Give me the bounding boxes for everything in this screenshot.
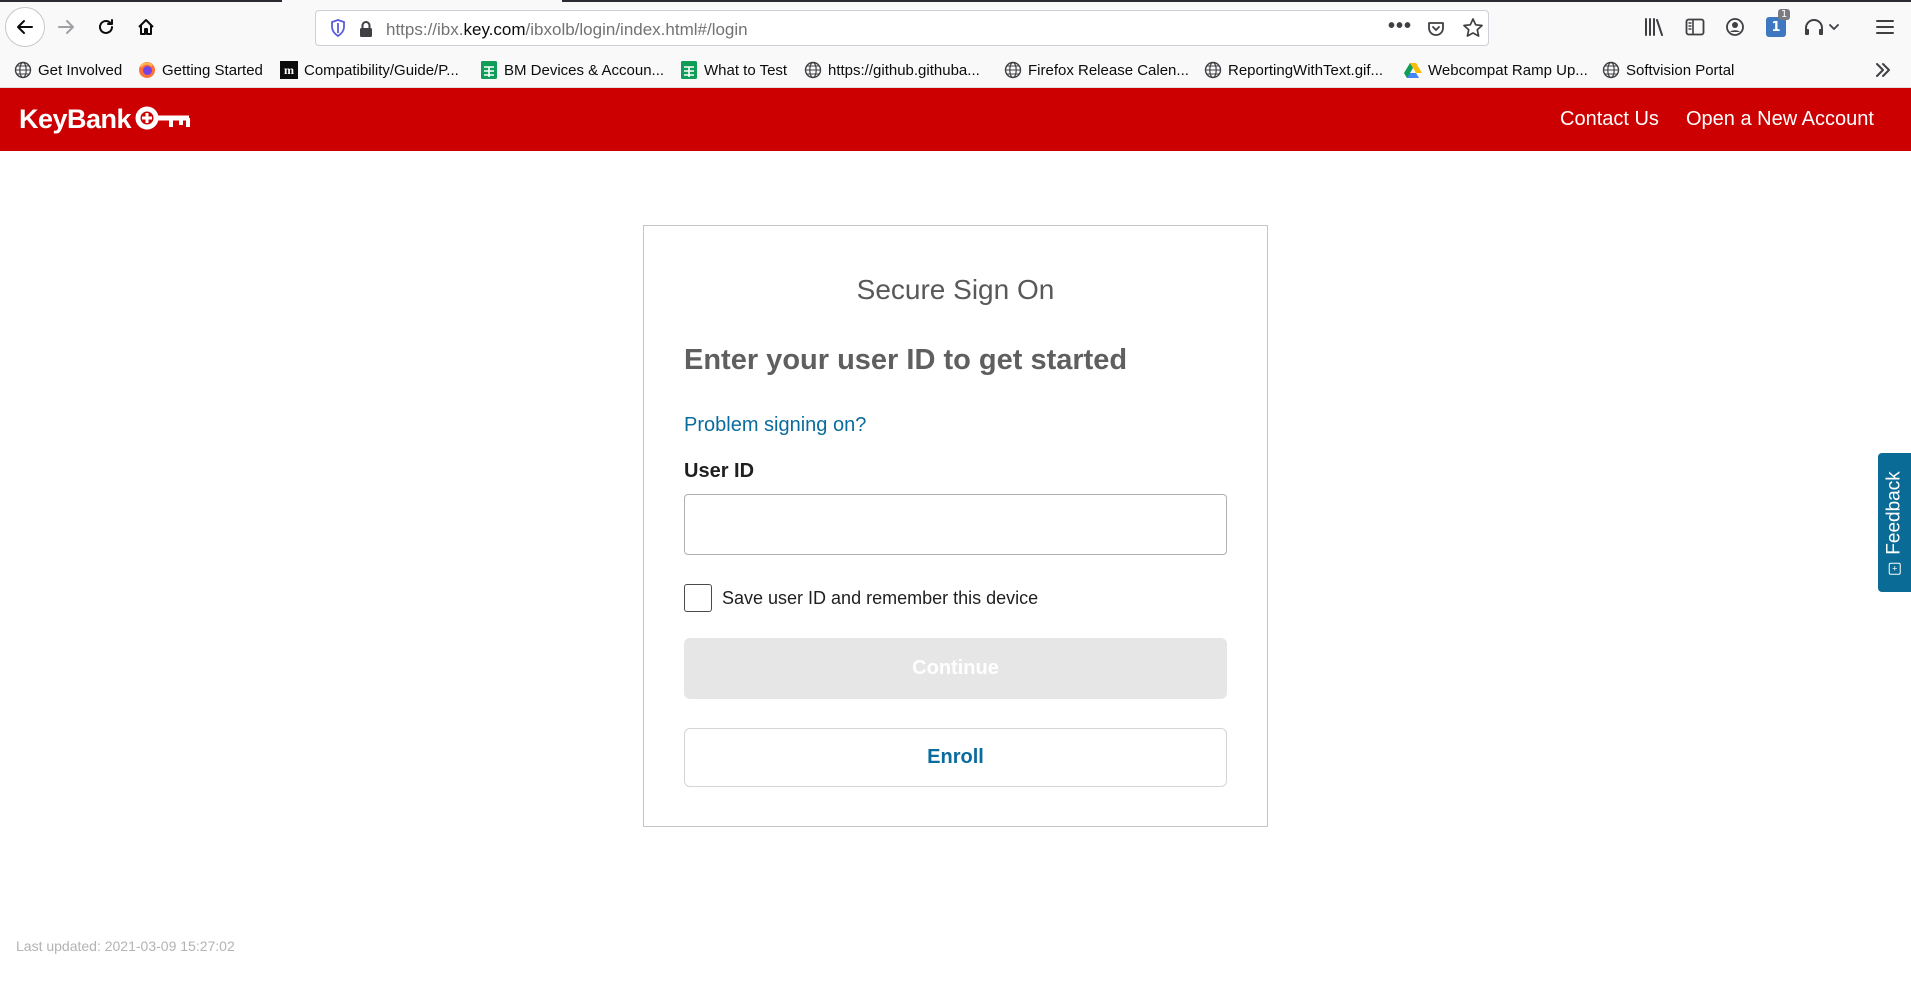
bookmark-item[interactable]: m Compatibility/Guide/P... (280, 60, 459, 80)
continue-button[interactable]: Continue (684, 638, 1227, 699)
firefox-icon (138, 61, 156, 79)
globe-icon (1602, 61, 1620, 79)
svg-text:m: m (284, 63, 294, 77)
back-button[interactable] (5, 7, 45, 47)
lock-icon[interactable] (358, 20, 374, 38)
bookmark-label: BM Devices & Accoun... (504, 61, 665, 79)
home-button[interactable] (126, 7, 166, 47)
bookmark-label: Softvision Portal (1626, 61, 1735, 79)
card-title: Secure Sign On (856, 274, 1055, 305)
bookmark-label: What to Test (704, 61, 788, 79)
bookmark-label: Getting Started (162, 61, 263, 79)
library-icon[interactable] (1642, 15, 1666, 39)
bookmark-label: Compatibility/Guide/P... (304, 61, 459, 79)
bookmark-item[interactable]: BM Devices & Accoun... (480, 60, 664, 80)
home-icon (138, 19, 154, 35)
bookmarks-toolbar: Get Involved Getting Started m Compatibi… (0, 52, 1911, 88)
browser-toolbar: https://ibx.key.com/ibxolb/login/index.h… (0, 2, 1911, 52)
feedback-icon: + (1888, 562, 1901, 575)
globe-icon (1204, 61, 1222, 79)
problem-signing-on-link[interactable]: Problem signing on? (684, 414, 866, 437)
headset-dropdown-icon[interactable] (1803, 15, 1839, 39)
url-prefix: https://ibx. (386, 20, 464, 39)
reload-button[interactable] (86, 7, 126, 47)
url-bar[interactable]: https://ibx.key.com/ibxolb/login/index.h… (315, 10, 1489, 46)
bookmark-item[interactable]: Firefox Release Calen... (1004, 60, 1189, 80)
bookmark-item[interactable]: Getting Started (138, 60, 263, 80)
remember-device-checkbox[interactable] (684, 584, 712, 612)
account-icon[interactable] (1723, 15, 1747, 39)
card-heading: Enter your user ID to get started (684, 344, 1128, 376)
globe-icon (804, 61, 822, 79)
pocket-icon[interactable] (1426, 19, 1446, 39)
open-new-account-link[interactable]: Open a New Account (1686, 108, 1874, 131)
user-id-label: User ID (684, 460, 755, 482)
bookmark-item[interactable]: ReportingWithText.gif... (1204, 60, 1383, 80)
feedback-tab[interactable]: + Feedback (1878, 453, 1911, 592)
bookmark-item[interactable]: Webcompat Ramp Up... (1404, 60, 1588, 80)
bookmark-label: Get Involved (38, 61, 123, 79)
feedback-label: Feedback (1883, 470, 1905, 555)
url-text[interactable]: https://ibx.key.com/ibxolb/login/index.h… (386, 20, 748, 40)
remember-device-label[interactable]: Save user ID and remember this device (722, 588, 1038, 609)
sheets-icon (480, 61, 498, 79)
forward-arrow-icon (58, 20, 74, 34)
extension-button[interactable]: 1 1 (1764, 9, 1791, 39)
hamburger-menu-icon[interactable] (1873, 15, 1897, 39)
drive-icon (1404, 61, 1422, 79)
page-actions-icon[interactable]: ••• (1388, 15, 1412, 38)
key-icon (135, 106, 191, 130)
bookmark-item[interactable]: Softvision Portal (1602, 60, 1734, 80)
forward-button[interactable] (46, 7, 86, 47)
bookmark-item[interactable]: https://github.githuba... (804, 60, 980, 80)
last-updated-text: Last updated: 2021-03-09 15:27:02 (16, 938, 235, 954)
bookmark-label: Webcompat Ramp Up... (1428, 61, 1588, 79)
globe-icon (1004, 61, 1022, 79)
globe-icon (14, 61, 32, 79)
sidebar-icon[interactable] (1683, 15, 1707, 39)
tracking-protection-shield-icon[interactable] (330, 19, 346, 37)
bookmark-label: ReportingWithText.gif... (1228, 61, 1384, 79)
extension-badge: 1 (1778, 9, 1791, 20)
enroll-button[interactable]: Enroll (684, 728, 1227, 787)
contact-us-link[interactable]: Contact Us (1560, 108, 1659, 131)
extension-icon: 1 (1766, 17, 1786, 37)
user-id-input[interactable] (684, 494, 1227, 555)
bookmark-label: https://github.githuba... (828, 61, 980, 79)
url-domain: key.com (463, 20, 526, 39)
keybank-logo[interactable]: KeyBank (19, 102, 193, 136)
bookmark-item[interactable]: What to Test (680, 60, 787, 80)
m-logo-icon: m (280, 61, 298, 79)
sign-on-card: Secure Sign On Enter your user ID to get… (643, 225, 1268, 827)
reload-icon (99, 19, 113, 34)
bookmark-item[interactable]: Get Involved (14, 60, 122, 80)
back-arrow-icon (17, 20, 33, 34)
bookmark-star-icon[interactable] (1462, 17, 1484, 39)
url-path: /ibxolb/login/index.html#/login (525, 20, 748, 39)
sheets-icon (680, 61, 698, 79)
bookmarks-overflow-chevron-icon[interactable] (1873, 56, 1893, 86)
bookmark-label: Firefox Release Calen... (1028, 61, 1189, 79)
site-header: KeyBank Contact Us Open a New Account (0, 88, 1911, 151)
logo-text: KeyBank (19, 103, 132, 134)
